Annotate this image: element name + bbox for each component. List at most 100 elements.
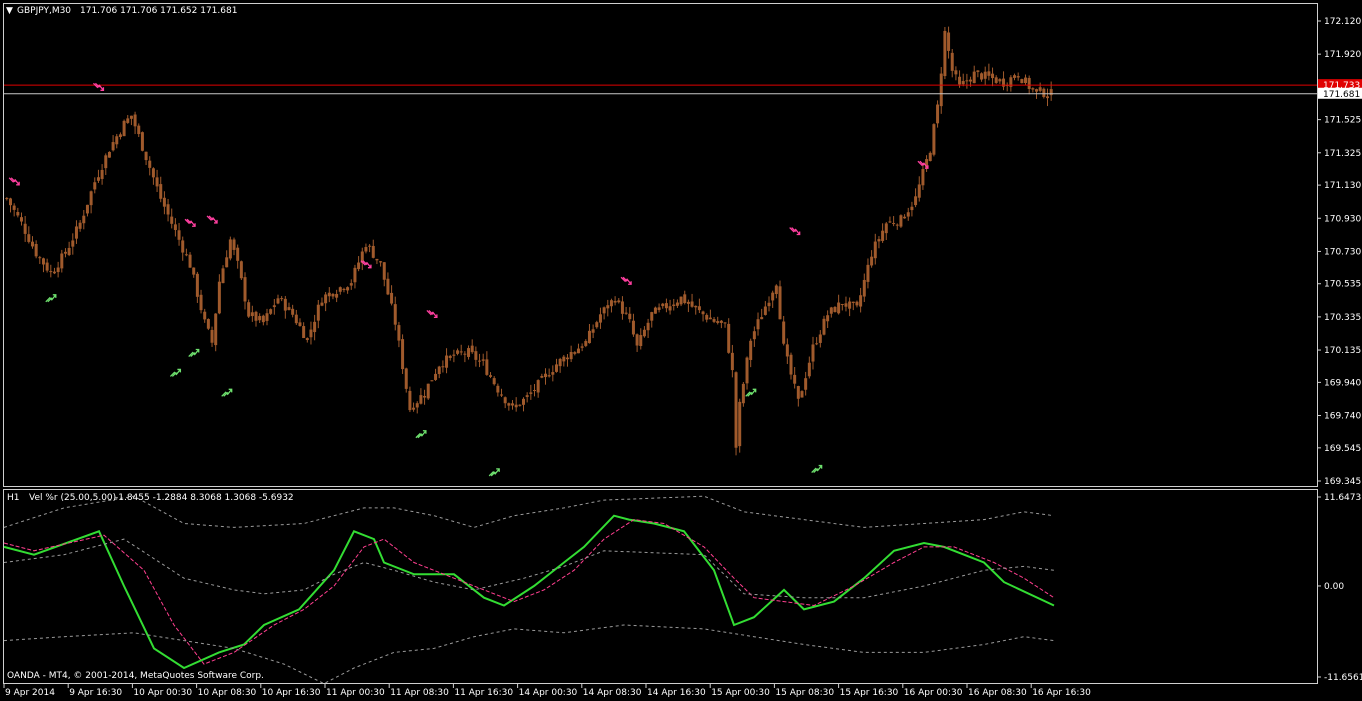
candle-body (371, 245, 375, 258)
candle-body (309, 329, 313, 338)
indicator-tick-label: -11.6561 (1324, 673, 1362, 683)
candle-body (305, 338, 309, 341)
candle-body (503, 397, 507, 404)
candle-body (485, 359, 489, 375)
candle-body (500, 394, 504, 396)
candle-body (921, 169, 925, 186)
candle-body (628, 313, 632, 320)
candle-body (862, 279, 866, 297)
candle-body (760, 317, 764, 320)
candle-body (415, 403, 419, 408)
candle-body (980, 73, 984, 80)
time-tick-label: 15 Apr 16:30 (840, 688, 899, 698)
candle-body (426, 383, 430, 399)
candle-body (181, 240, 185, 253)
candle-body (250, 312, 254, 317)
candle-body (723, 322, 727, 324)
candle-body (657, 307, 661, 310)
candle-body (327, 292, 331, 297)
candle-body (89, 191, 93, 206)
candle-body (672, 304, 676, 307)
candle-body (107, 151, 111, 158)
candle-body (983, 71, 987, 79)
time-tick-label: 14 Apr 00:30 (519, 688, 578, 698)
candle-body (958, 76, 962, 85)
candle-body (63, 251, 67, 254)
candle-body (884, 223, 888, 234)
candle-body (679, 296, 683, 305)
candle-body (829, 307, 833, 314)
candle-body (675, 302, 679, 306)
candle-body (269, 309, 273, 314)
candle-body (914, 196, 918, 206)
candle-body (752, 331, 756, 340)
candle-body (478, 360, 482, 362)
candle-body (206, 319, 210, 329)
candle-body (565, 357, 569, 360)
candle-body (96, 177, 100, 181)
candle-body (719, 320, 723, 323)
candle-body (796, 386, 800, 399)
candle-body (474, 351, 478, 360)
candle-body (210, 329, 214, 343)
candle-body (888, 221, 892, 223)
candle-body (1013, 75, 1017, 78)
candle-body (837, 302, 841, 314)
candle-body (573, 352, 577, 354)
candle-body (254, 311, 258, 321)
time-tick-label: 15 Apr 00:30 (711, 688, 770, 698)
candle-body (19, 217, 23, 222)
price-tick-label: 169.940 (1324, 378, 1361, 388)
candle-body (144, 151, 148, 161)
candle-body (129, 115, 133, 119)
candle-body (115, 136, 119, 145)
candle-body (551, 372, 555, 375)
candle-body (437, 366, 441, 375)
candle-body (818, 334, 822, 343)
candle-body (489, 375, 493, 377)
candle-body (543, 373, 547, 378)
chart-menu-icon[interactable]: ▼ (6, 6, 13, 16)
candle-body (1031, 88, 1035, 90)
candle-body (258, 316, 262, 321)
candle-body (532, 390, 536, 392)
candle-body (950, 52, 954, 71)
candle-body (881, 230, 885, 241)
candle-body (23, 223, 27, 234)
candle-body (324, 294, 328, 304)
candle-body (833, 306, 837, 313)
candle-body (613, 300, 617, 303)
candle-body (642, 329, 646, 337)
candle-body (540, 375, 544, 378)
candle-body (56, 267, 60, 273)
candle-body (441, 366, 445, 368)
candle-body (928, 152, 932, 162)
candle-body (1042, 88, 1046, 98)
time-tick-label: 10 Apr 16:30 (262, 688, 321, 698)
price-tick-label: 170.535 (1324, 280, 1361, 290)
candle-body (591, 329, 595, 333)
chart-symbol: GBPJPY,M30 (17, 6, 71, 16)
candle-body (34, 244, 38, 257)
time-tick-label: 9 Apr 16:30 (69, 688, 122, 698)
candle-body (16, 212, 20, 216)
time-tick-label: 10 Apr 08:30 (198, 688, 257, 698)
candle-body (954, 70, 958, 75)
candle-body (906, 212, 910, 217)
candle-body (522, 398, 526, 405)
candle-body (939, 73, 943, 107)
time-tick-label: 14 Apr 08:30 (583, 688, 642, 698)
candle-body (815, 343, 819, 345)
candle-body (1020, 79, 1024, 84)
candle-body (987, 71, 991, 76)
candle-body (756, 319, 760, 330)
candle-body (514, 404, 518, 408)
candle-body (587, 330, 591, 344)
candle-body (232, 239, 236, 250)
candle-body (848, 301, 852, 309)
candle-body (467, 348, 471, 357)
candle-body (225, 257, 229, 268)
chart-window[interactable]: 172.120171.920171.725171.525171.325171.1… (0, 0, 1362, 701)
candle-body (382, 262, 386, 280)
candle-body (683, 294, 687, 303)
